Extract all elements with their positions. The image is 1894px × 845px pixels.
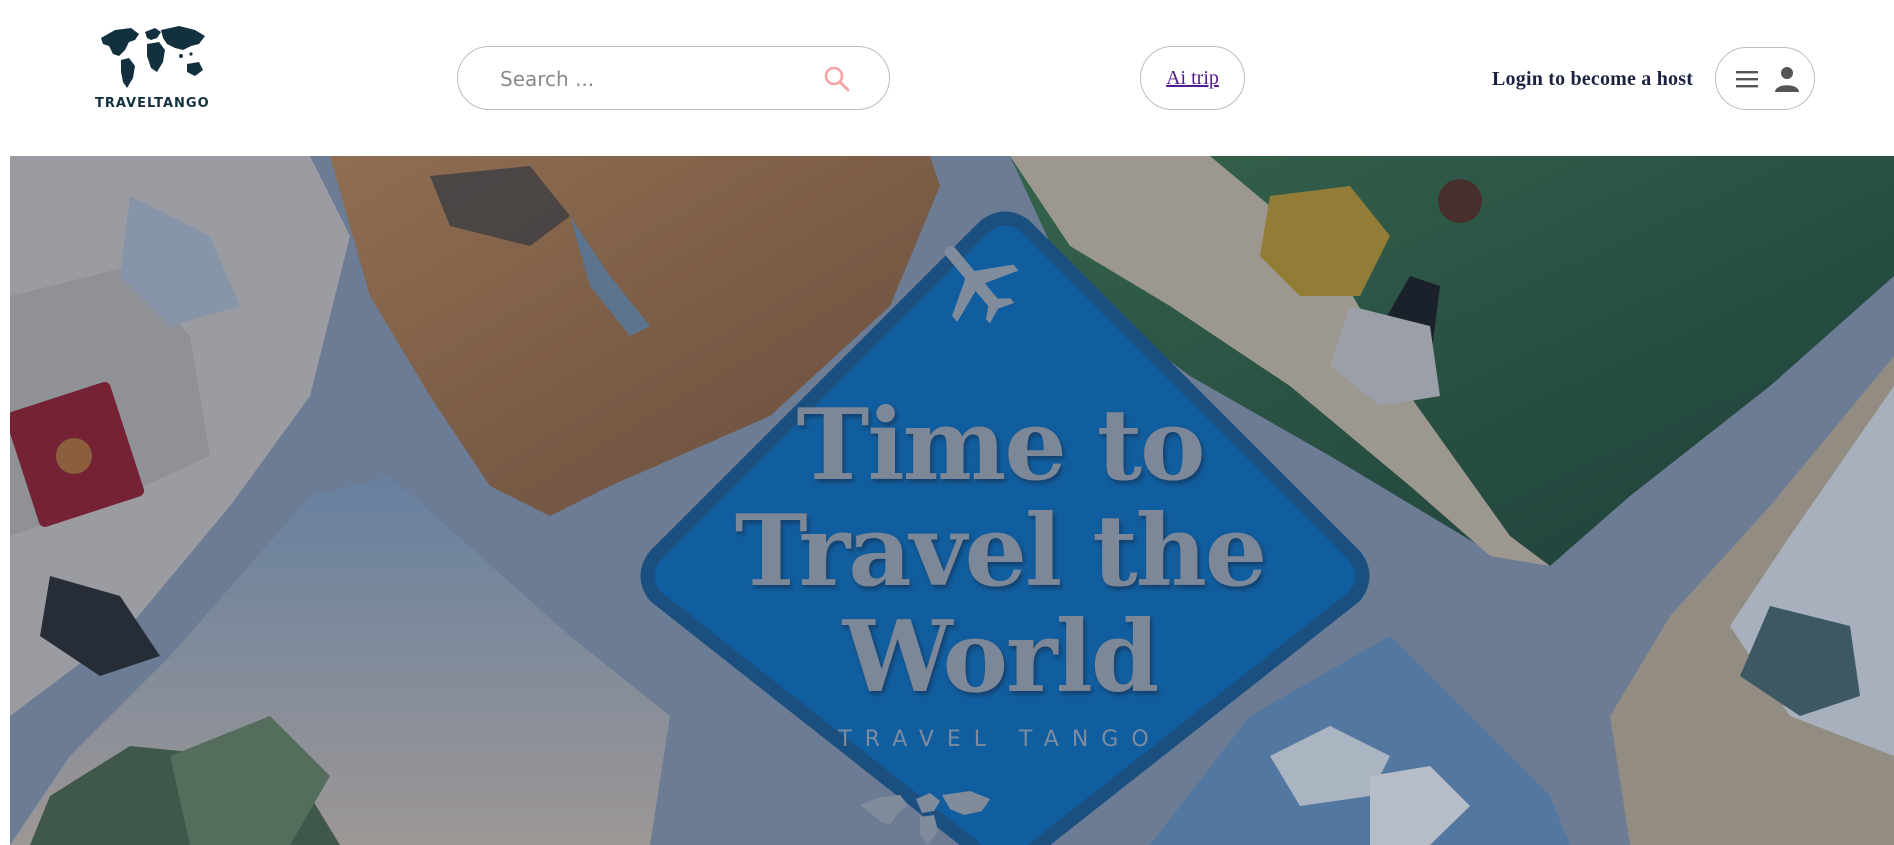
become-host-link[interactable]: Login to become a host [1492,66,1693,92]
ai-trip-link[interactable]: Ai trip [1166,67,1219,90]
search-icon [824,66,850,92]
person-icon [1775,67,1799,92]
hero-banner: Time to Travel the World TRAVEL TANGO [10,156,1894,845]
world-map-icon [101,26,205,88]
hamburger-menu-icon [1736,71,1758,88]
logo-text: TRAVELTANGO [95,96,210,111]
search-bar[interactable] [457,46,890,110]
site-header: TRAVELTANGO Ai trip Login to become a ho… [0,0,1894,156]
user-menu-button[interactable] [1715,47,1815,110]
hero-dim-overlay [10,156,1894,845]
search-button[interactable] [823,65,851,93]
search-input[interactable] [498,63,822,95]
ai-trip-button[interactable]: Ai trip [1140,46,1245,110]
site-logo[interactable]: TRAVELTANGO [95,24,210,116]
